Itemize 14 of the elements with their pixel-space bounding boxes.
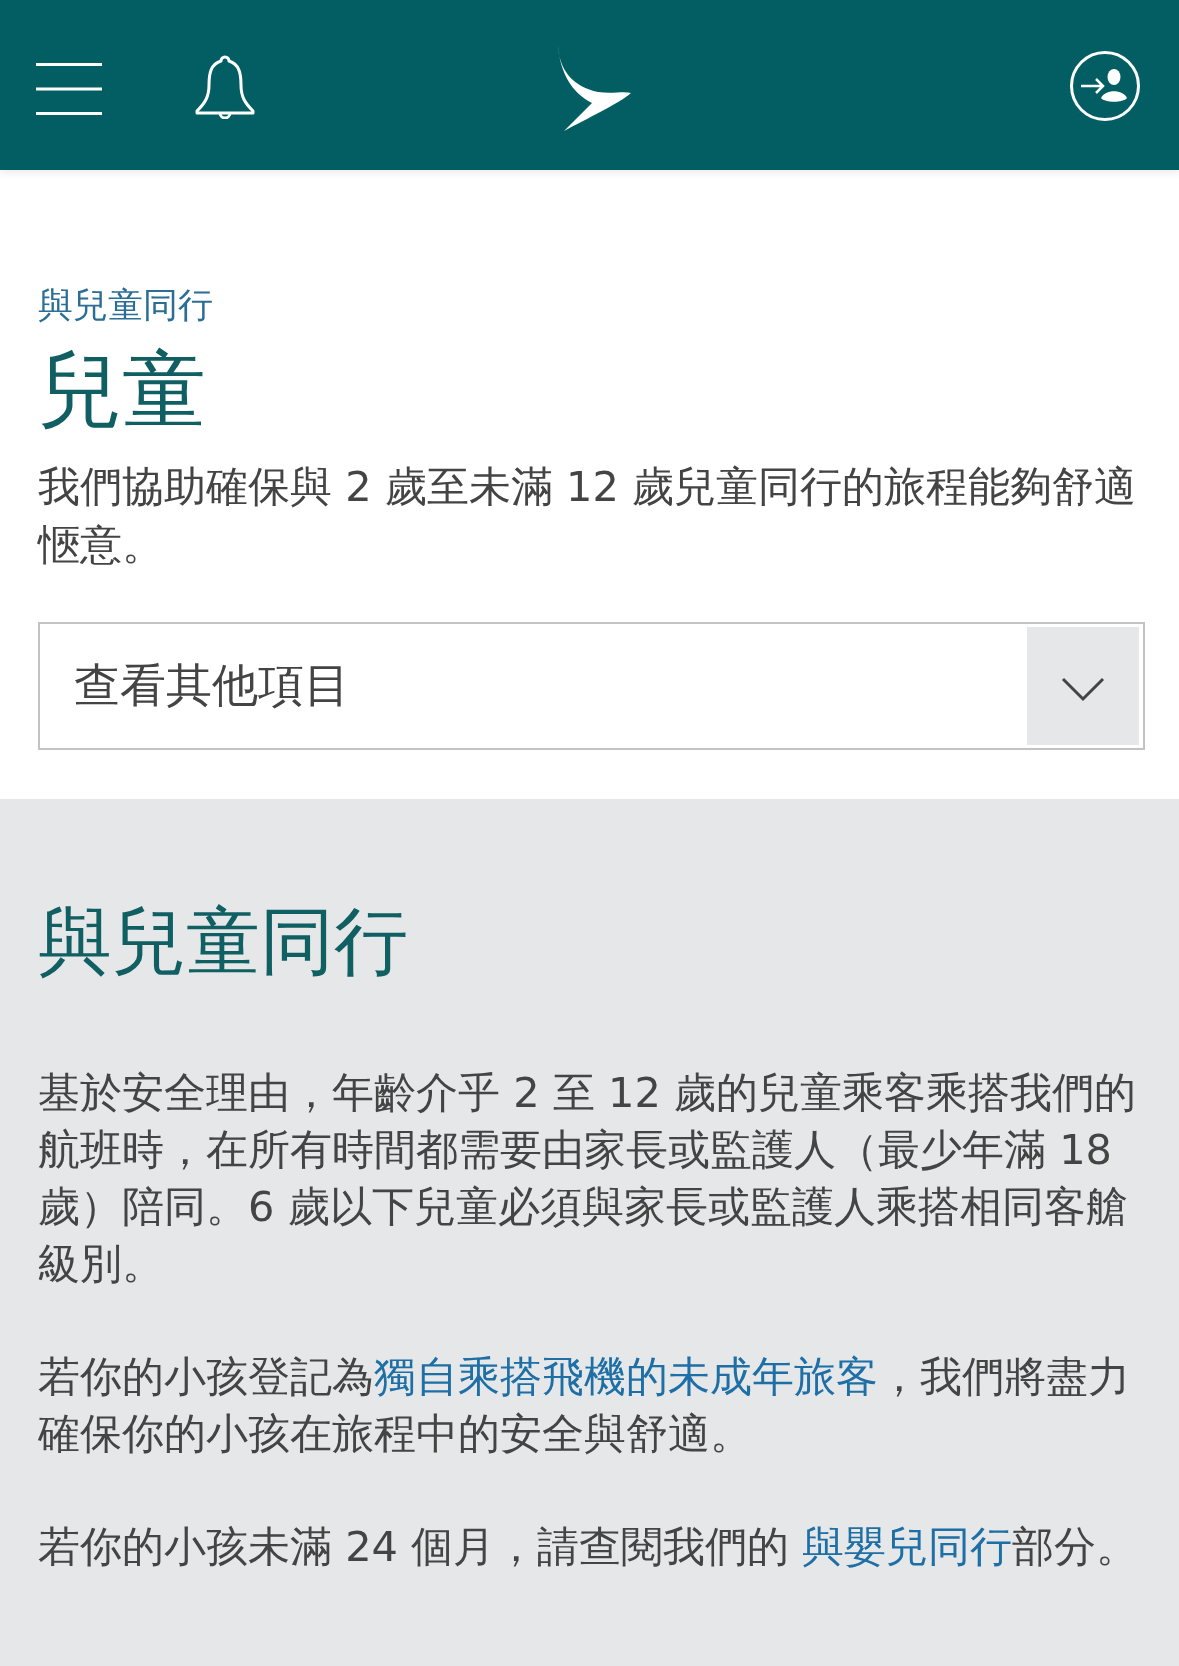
more-items-dropdown[interactable]: 查看其他項目 (38, 622, 1145, 750)
body-paragraph: 若你的小孩未滿 24 個月，請查閱我們的 與嬰兒同行部分。 (38, 1521, 1140, 1573)
bell-icon[interactable] (193, 55, 257, 119)
text-link[interactable]: 獨自乘搭飛機的未成年旅客 (374, 1352, 878, 1401)
breadcrumb-link[interactable]: 與兒童同行 (38, 282, 213, 329)
page-title: 兒童 (38, 340, 206, 441)
intro-text: 我們協助確保與 2 歲至未滿 12 歲兒童同行的旅程能夠舒適愜意。 (38, 461, 1137, 571)
text-link[interactable]: 與嬰兒同行 (802, 1522, 1013, 1571)
section-heading: 與兒童同行 (38, 897, 408, 986)
chevron-down-icon (1027, 627, 1139, 745)
body-paragraph: 基於安全理由，年齡介乎 2 至 12 歲的兒童乘客乘搭我們的航班時，在所有時間都需要由家長或監護人（最少年滿 18 歲）陪同。6 歲以下兒童必須與家長或監護人乘搭相同客艙級別。 (38, 1067, 1137, 1290)
body-paragraph: 若你的小孩登記為獨自乘搭飛機的未成年旅客，我們將盡力確保你的小孩在旅程中的安全與舒適。 (38, 1351, 1131, 1460)
menu-icon[interactable] (36, 63, 102, 115)
sign-in-icon[interactable] (1069, 50, 1141, 122)
